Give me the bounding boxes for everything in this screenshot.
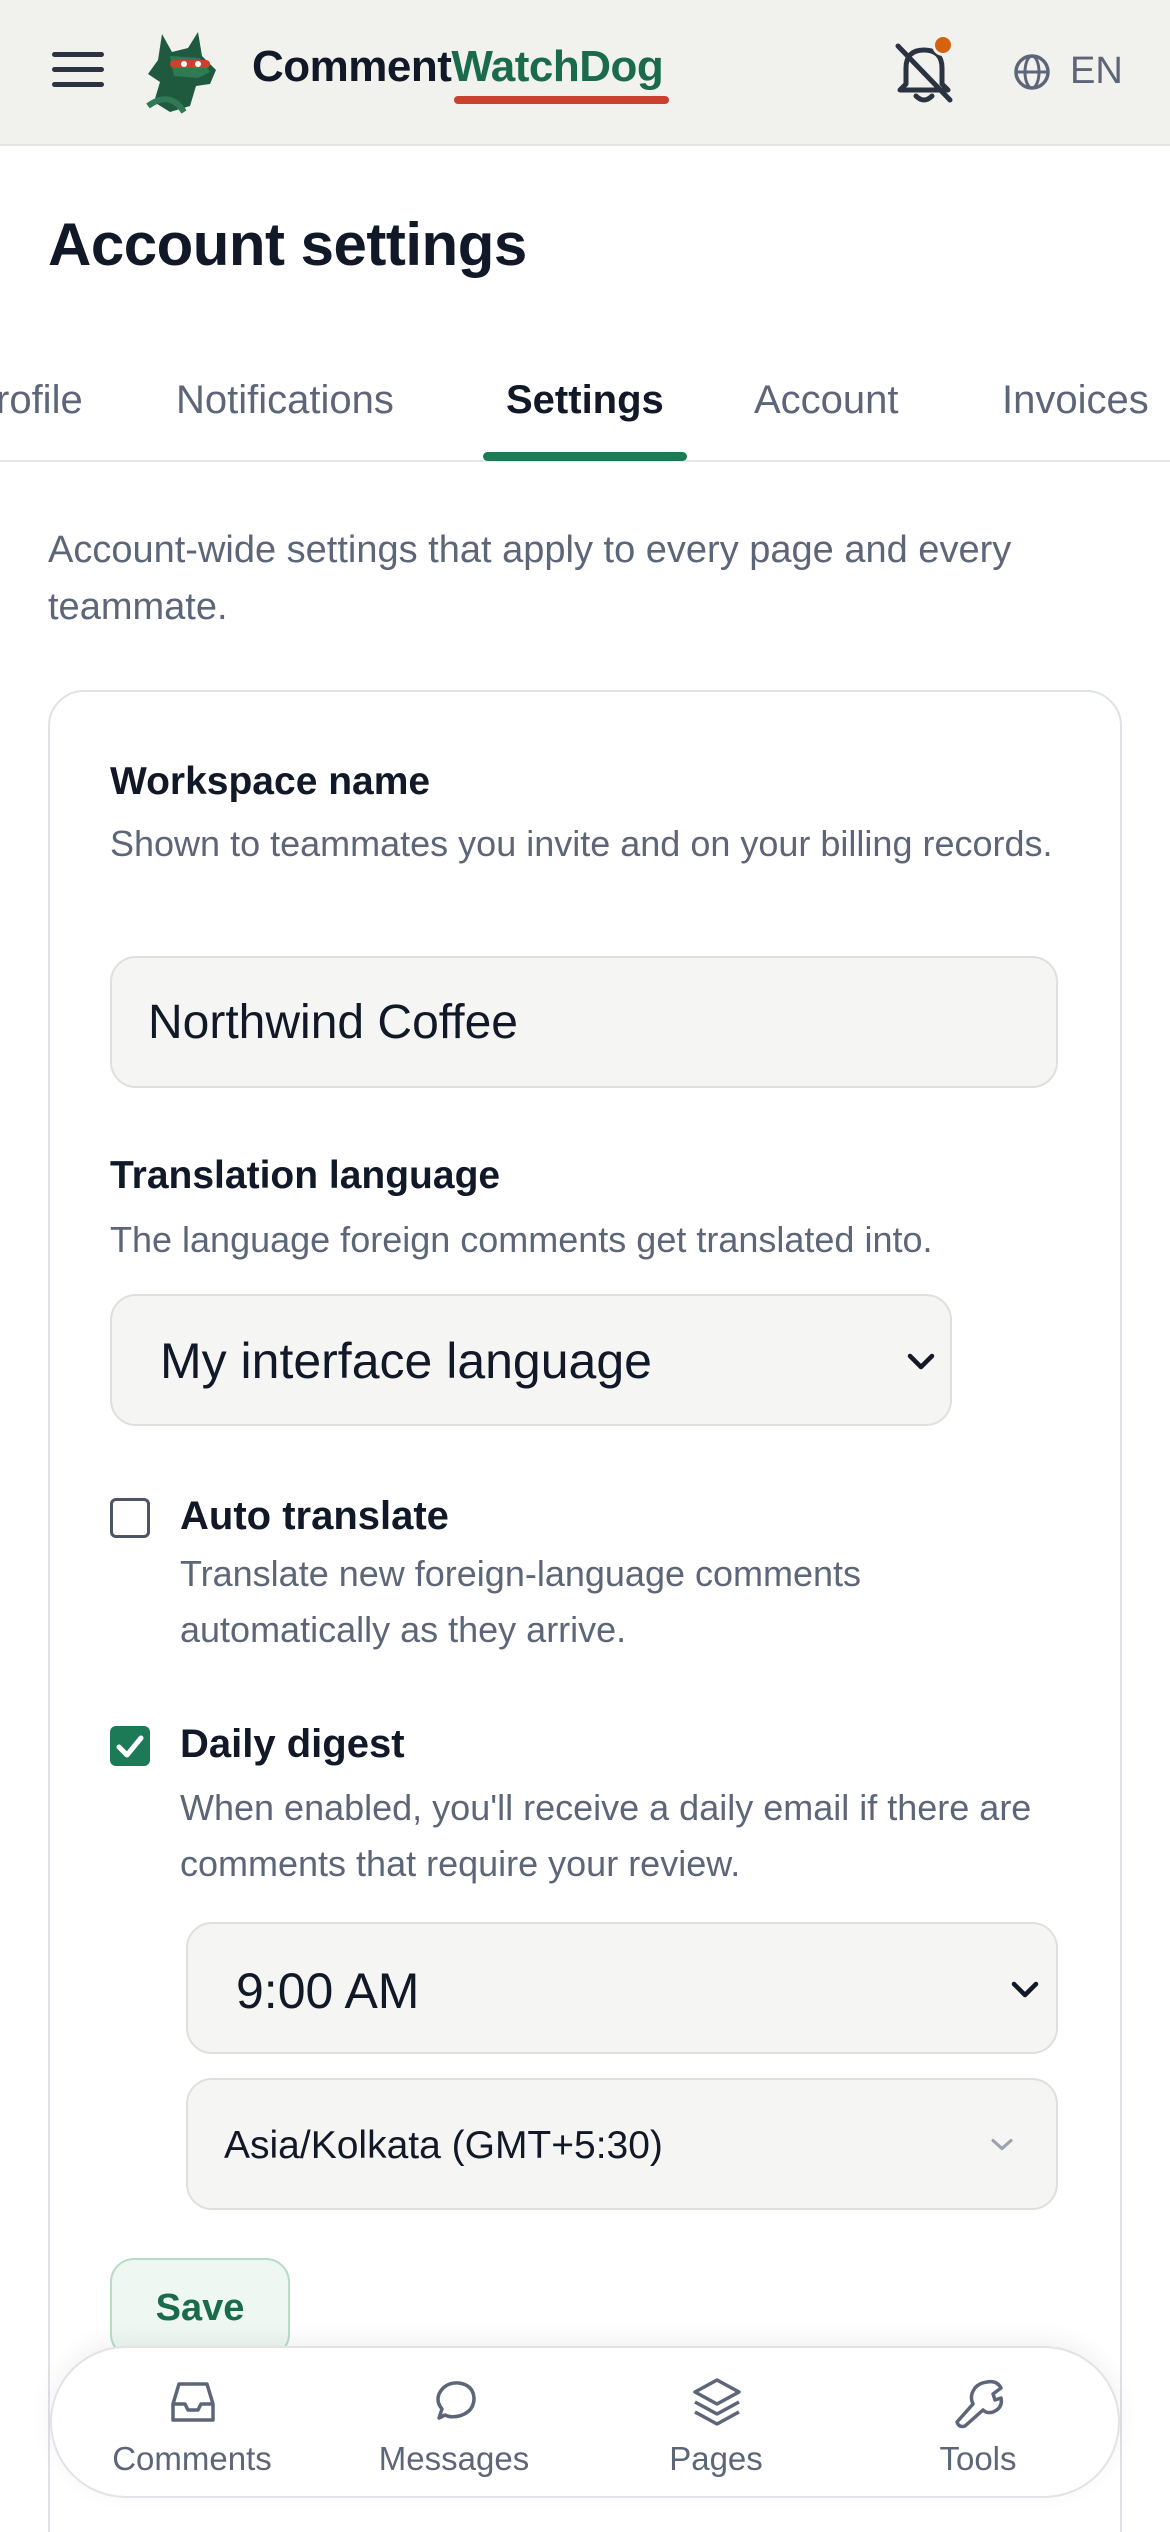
active-tab-indicator xyxy=(483,452,687,461)
workspace-name-input[interactable] xyxy=(110,956,1058,1088)
wrench-icon xyxy=(955,2379,1004,2429)
menu-icon[interactable] xyxy=(52,52,104,94)
chat-bubble-icon xyxy=(436,2381,476,2420)
nav-comments[interactable]: Comments xyxy=(82,2348,302,2500)
page-title: Account settings xyxy=(48,211,527,278)
auto-translate-checkbox[interactable] xyxy=(110,1498,150,1538)
chevron-down-icon xyxy=(1011,1981,1039,1998)
digest-time-value: 9:00 AM xyxy=(236,1963,420,2019)
tab-bar: rofile Notifications Settings Account In… xyxy=(0,370,1170,462)
daily-digest-label: Daily digest xyxy=(180,1722,405,1766)
brand-name[interactable]: CommentWatchDog xyxy=(252,42,664,92)
chevron-down-icon xyxy=(991,2138,1013,2151)
nav-tools[interactable]: Tools xyxy=(868,2348,1088,2500)
nav-messages-label: Messages xyxy=(378,2440,530,2477)
digest-timezone-value: Asia/Kolkata (GMT+5:30) xyxy=(224,2124,663,2167)
workspace-name-label: Workspace name xyxy=(110,760,431,803)
daily-digest-help: When enabled, you'll receive a daily ema… xyxy=(180,1787,1032,1884)
daily-digest-checkbox[interactable] xyxy=(110,1726,150,1766)
auto-translate-help: Translate new foreign-language comments … xyxy=(180,1553,862,1650)
digest-timezone-select[interactable]: Asia/Kolkata (GMT+5:30) xyxy=(186,2078,1058,2210)
inbox-icon xyxy=(171,2382,215,2422)
nav-pages-label: Pages xyxy=(669,2440,763,2477)
nav-pages[interactable]: Pages xyxy=(606,2348,826,2500)
auto-translate-label: Auto translate xyxy=(180,1494,449,1538)
tab-invoices[interactable]: Invoices xyxy=(1002,378,1149,423)
app-header: CommentWatchDog EN xyxy=(0,0,1170,146)
chevron-down-icon xyxy=(907,1353,935,1370)
language-selector[interactable]: EN xyxy=(1070,50,1123,93)
tab-notifications[interactable]: Notifications xyxy=(176,378,394,423)
nav-tools-label: Tools xyxy=(939,2440,1017,2477)
tab-account[interactable]: Account xyxy=(754,378,899,423)
layers-icon xyxy=(693,2378,741,2426)
digest-time-select[interactable]: 9:00 AM xyxy=(186,1922,1058,2054)
check-icon xyxy=(116,1735,144,1758)
notification-dot xyxy=(932,34,954,56)
translation-language-help: The language foreign comments get transl… xyxy=(110,1219,933,1260)
brand-underline xyxy=(454,96,669,104)
brand-part-1: Comment xyxy=(252,42,452,91)
brand-part-2: WatchDog xyxy=(451,42,664,91)
bottom-navigation: Comments Messages Pages Tools xyxy=(50,2346,1120,2498)
translation-language-select[interactable]: My interface language xyxy=(110,1294,952,1426)
settings-intro: Account-wide settings that apply to ever… xyxy=(48,529,1012,628)
tab-profile[interactable]: rofile xyxy=(0,378,83,423)
nav-comments-label: Comments xyxy=(112,2440,272,2477)
globe-icon[interactable] xyxy=(1012,52,1052,92)
save-button[interactable]: Save xyxy=(110,2258,290,2358)
tab-settings[interactable]: Settings xyxy=(506,378,664,423)
translation-language-label: Translation language xyxy=(110,1154,501,1197)
translation-language-value: My interface language xyxy=(160,1333,652,1389)
workspace-name-help: Shown to teammates you invite and on you… xyxy=(110,823,1053,864)
dog-logo-icon xyxy=(146,32,216,114)
nav-messages[interactable]: Messages xyxy=(344,2348,564,2500)
